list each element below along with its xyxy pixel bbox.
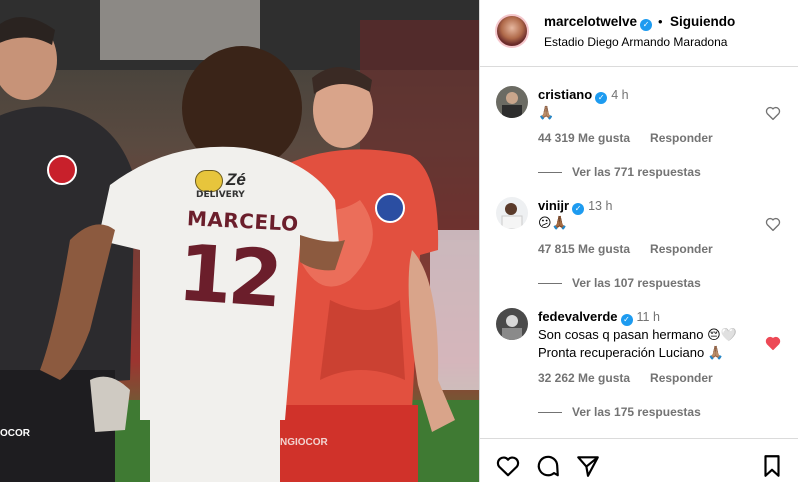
heart-icon[interactable] xyxy=(764,215,782,233)
comment-time: 11 h xyxy=(636,310,660,324)
verified-badge-icon: ✓ xyxy=(620,314,633,326)
author-username[interactable]: marcelotwelve ✓ xyxy=(544,14,653,31)
author-username-text[interactable]: marcelotwelve xyxy=(544,14,637,29)
comment-time: 13 h xyxy=(588,199,613,213)
comment-avatar[interactable] xyxy=(496,86,528,118)
comment-likes[interactable]: 32 262 Me gusta xyxy=(538,371,630,385)
replies-label[interactable]: Ver las 107 respuestas xyxy=(572,276,701,290)
sponsor-logo xyxy=(195,170,223,192)
replies-label[interactable]: Ver las 771 respuestas xyxy=(572,165,701,179)
post-actions-bar xyxy=(480,438,798,482)
sponsor-brand: Zé xyxy=(226,170,246,189)
comment-avatar[interactable] xyxy=(496,197,528,229)
separator-dot: • xyxy=(658,14,663,29)
reply-button[interactable]: Responder xyxy=(650,371,713,385)
avatar-image xyxy=(496,197,528,229)
comment-username[interactable]: vinijr ✓ 13 h xyxy=(538,198,612,215)
heart-icon[interactable] xyxy=(495,453,521,479)
instagram-post-view: Zé DELIVERY MARCELO 12 OCOR NGIOCOR marc… xyxy=(0,0,798,482)
verified-badge-icon: ✓ xyxy=(595,92,608,104)
avatar[interactable] xyxy=(495,14,529,48)
heart-liked-icon[interactable] xyxy=(764,334,782,352)
comment-likes[interactable]: 44 319 Me gusta xyxy=(538,131,630,145)
reply-button[interactable]: Responder xyxy=(650,242,713,256)
comment-text-line2: Pronta recuperación Luciano 🙏🏽 xyxy=(538,345,725,360)
comments-panel: marcelotwelve ✓ • Siguiendo Estadio Diego… xyxy=(479,0,798,482)
comment-username-text[interactable]: cristiano xyxy=(538,87,592,102)
shirt-number: 12 xyxy=(174,228,282,326)
sleeve-text-left: OCOR xyxy=(0,428,30,439)
replies-divider xyxy=(538,172,562,174)
comment-meta: 47 815 Me gusta Responder xyxy=(538,242,713,256)
comment-username[interactable]: fedevalverde ✓ 11 h xyxy=(538,309,660,326)
comment-meta: 44 319 Me gusta Responder xyxy=(538,131,713,145)
comment-text: 😕🙏🏾 xyxy=(538,215,568,230)
following-button[interactable]: Siguiendo xyxy=(670,14,735,29)
share-icon[interactable] xyxy=(575,453,601,479)
comment-meta: 32 262 Me gusta Responder xyxy=(538,371,713,385)
view-replies-link[interactable]: Ver las 107 respuestas xyxy=(538,276,701,290)
comment-icon[interactable] xyxy=(535,453,561,479)
replies-label[interactable]: Ver las 175 respuestas xyxy=(572,405,701,419)
post-header: marcelotwelve ✓ • Siguiendo Estadio Diego… xyxy=(480,0,798,67)
comment-username[interactable]: cristiano ✓ 4 h xyxy=(538,87,629,104)
view-replies-link[interactable]: Ver las 771 respuestas xyxy=(538,165,701,179)
sponsor-text: DELIVERY xyxy=(196,190,245,200)
comment-likes[interactable]: 47 815 Me gusta xyxy=(538,242,630,256)
replies-divider xyxy=(538,412,562,414)
comment-username-text[interactable]: vinijr xyxy=(538,198,569,213)
verified-badge-icon: ✓ xyxy=(572,203,585,215)
comment-time: 4 h xyxy=(611,88,629,102)
comment-text-line1: Son cosas q pasan hermano 😔🤍 xyxy=(538,327,737,342)
post-photo[interactable]: Zé DELIVERY MARCELO 12 OCOR NGIOCOR xyxy=(0,0,479,482)
bookmark-icon[interactable] xyxy=(759,453,785,479)
comment-username-text[interactable]: fedevalverde xyxy=(538,309,618,324)
verified-badge-icon: ✓ xyxy=(640,19,653,31)
view-replies-link[interactable]: Ver las 175 respuestas xyxy=(538,405,701,419)
comment-avatar[interactable] xyxy=(496,308,528,340)
replies-divider xyxy=(538,283,562,285)
avatar-image xyxy=(496,86,528,118)
sleeve-text-right: NGIOCOR xyxy=(280,437,328,448)
reply-button[interactable]: Responder xyxy=(650,131,713,145)
location-link[interactable]: Estadio Diego Armando Maradona xyxy=(544,35,727,49)
heart-icon[interactable] xyxy=(764,104,782,122)
avatar-image xyxy=(496,308,528,340)
comment-text: 🙏🏽 xyxy=(538,105,555,120)
